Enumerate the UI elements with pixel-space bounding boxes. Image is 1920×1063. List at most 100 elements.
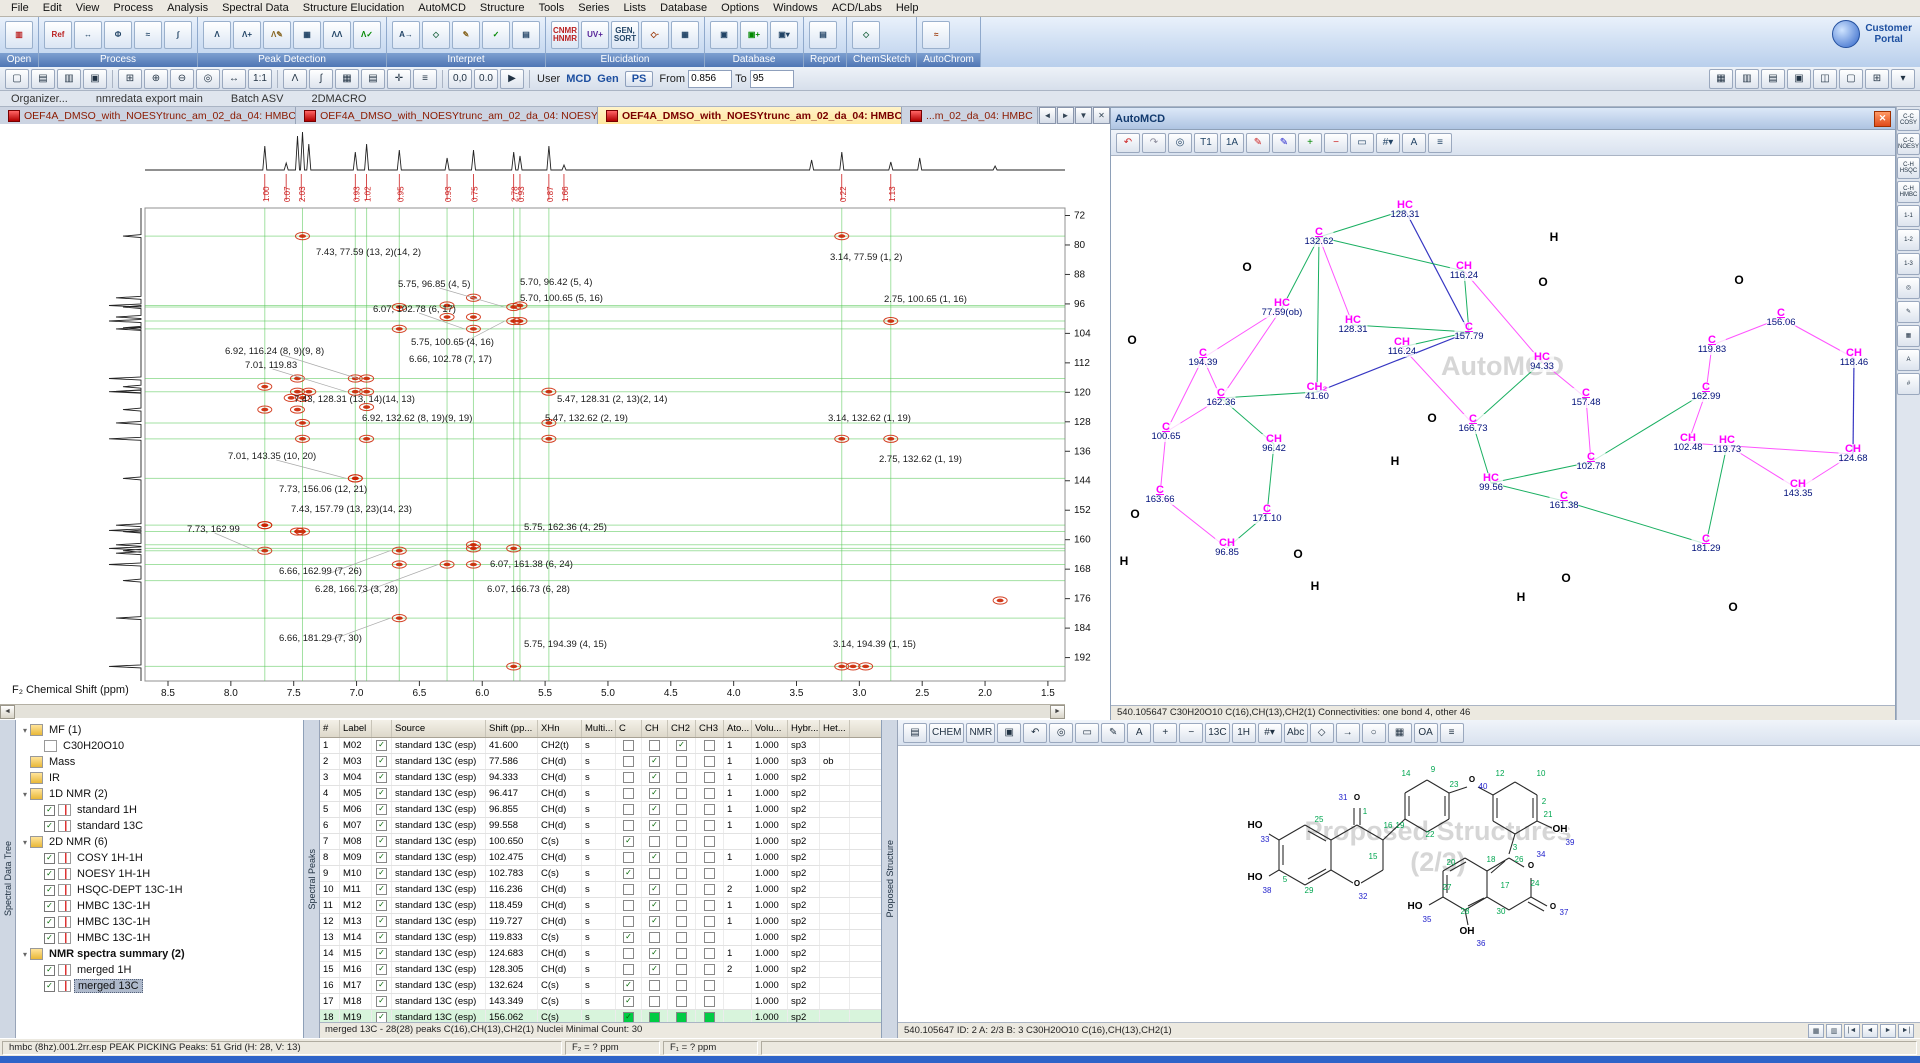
draw-red-icon[interactable]: ✎ [1246, 133, 1270, 153]
multiplicity-checkbox[interactable] [623, 884, 634, 895]
row-checkbox[interactable]: ✓ [376, 916, 387, 927]
db-view-icon[interactable]: ▣▾ [770, 21, 798, 49]
autochrom-icon[interactable]: ≈ [922, 21, 950, 49]
row-checkbox[interactable]: ✓ [376, 900, 387, 911]
multiplicity-checkbox[interactable]: ✓ [649, 804, 660, 815]
multiplicity-checkbox[interactable] [704, 980, 715, 991]
checkbox-icon[interactable]: ✓ [44, 901, 55, 912]
column-header-ch[interactable]: CH [642, 720, 668, 737]
mcd-atom-2[interactable]: CH116.24 [1450, 261, 1478, 281]
multiplicity-checkbox[interactable] [704, 996, 715, 1007]
nmr-button[interactable]: NMR [966, 723, 995, 743]
checkbox-icon[interactable]: ✓ [44, 853, 55, 864]
multiplicity-checkbox[interactable] [704, 852, 715, 863]
table-row-m04[interactable]: 3M04✓standard 13C (esp)94.333CH(d)s✓11.0… [320, 770, 881, 786]
mcd-atom-25[interactable]: C162.99 [1691, 382, 1720, 402]
template-icon[interactable]: ▤ [903, 723, 927, 743]
multiplicity-checkbox[interactable] [676, 756, 687, 767]
uv-icon[interactable]: UV+ [581, 21, 609, 49]
select-icon[interactable]: ▭ [1075, 723, 1099, 743]
peak-verify-icon[interactable]: Λ✓ [353, 21, 381, 49]
t1-button[interactable]: T1 [1194, 133, 1218, 153]
annotate-icon[interactable]: ✎ [452, 21, 480, 49]
zoom-tool-icon[interactable]: ◎ [196, 69, 220, 89]
checkbox-icon[interactable]: ✓ [44, 917, 55, 928]
menu-file[interactable]: File [4, 1, 36, 15]
document-tab-3[interactable]: OEF4A_DMSO_with_NOESYtrunc_am_02_da_04: … [598, 107, 902, 124]
value-box-2[interactable]: 0.0 [474, 69, 498, 89]
column-header-ch3[interactable]: CH3 [696, 720, 724, 737]
column-header-source[interactable]: Source [392, 720, 486, 737]
abc-button[interactable]: Abc [1284, 723, 1308, 743]
multiplicity-checkbox[interactable] [623, 900, 634, 911]
mcd-atom-7[interactable]: C194.39 [1188, 348, 1217, 368]
table-row-m11[interactable]: 10M11✓standard 13C (esp)116.236CH(d)s✓21… [320, 882, 881, 898]
multiplicity-checkbox[interactable]: ✓ [623, 932, 634, 943]
multiplicity-checkbox[interactable] [623, 804, 634, 815]
reference-icon[interactable]: Ref [44, 21, 72, 49]
row-checkbox[interactable]: ✓ [376, 820, 387, 831]
multiplicity-checkbox[interactable] [649, 836, 660, 847]
menu-edit[interactable]: Edit [36, 1, 69, 15]
multiplicity-checkbox[interactable] [704, 756, 715, 767]
zoom-in-icon[interactable]: ⊕ [144, 69, 168, 89]
plus-icon[interactable]: + [1153, 723, 1177, 743]
multiplicity-checkbox[interactable] [649, 740, 660, 751]
chemsketch-icon[interactable]: ◇ [852, 21, 880, 49]
cosy-toggle[interactable]: C-CCOSY [1897, 109, 1920, 131]
multiplicity-checkbox[interactable] [676, 836, 687, 847]
table-row-m13[interactable]: 12M13✓standard 13C (esp)119.727CH(d)s✓11… [320, 914, 881, 930]
gen-sort-icon[interactable]: GEN,SORT [611, 21, 639, 49]
checkbox-icon[interactable]: ✓ [44, 885, 55, 896]
multiplicity-checkbox[interactable] [704, 772, 715, 783]
multiplicity-checkbox[interactable] [623, 852, 634, 863]
tree-item-1d-nmr-2-4[interactable]: ▾1D NMR (2) [16, 786, 303, 802]
open-spectrum-icon[interactable]: ▥ [5, 21, 33, 49]
arrow-icon[interactable]: → [1336, 723, 1360, 743]
mcd-atom-8[interactable]: C162.36 [1206, 388, 1235, 408]
multiplicity-checkbox[interactable] [623, 964, 634, 975]
row-checkbox[interactable]: ✓ [376, 996, 387, 1007]
menu-help[interactable]: Help [889, 1, 926, 15]
table-row-m09[interactable]: 8M09✓standard 13C (esp)102.475CH(d)s✓11.… [320, 850, 881, 866]
mcd-atom-3[interactable]: HC77.59(ob) [1262, 298, 1303, 318]
document-tab-2[interactable]: OEF4A_DMSO_with_NOESYtrunc_am_02_da_04: … [296, 107, 598, 124]
noesy-toggle[interactable]: C-CNOESY [1897, 133, 1920, 155]
customer-portal[interactable]: CustomerPortal [1832, 20, 1912, 48]
hsqc-toggle[interactable]: C-HHSQC [1897, 157, 1920, 179]
ring-icon[interactable]: ◇ [1310, 723, 1334, 743]
peak-pick-icon[interactable]: Λ [203, 21, 231, 49]
multiplicity-checkbox[interactable] [676, 820, 687, 831]
pencil-tool[interactable]: ✎ [1897, 301, 1920, 323]
row-checkbox[interactable]: ✓ [376, 884, 387, 895]
mcd-atom-1[interactable]: C132.62 [1304, 227, 1333, 247]
integral-icon[interactable]: ∫ [309, 69, 333, 89]
document-tab-4[interactable]: ...m_02_da_04: HMBC [902, 107, 1038, 124]
column-header-hybr[interactable]: Hybr... [788, 720, 820, 737]
multiplicity-checkbox[interactable] [704, 868, 715, 879]
multiplicity-checkbox[interactable] [649, 932, 660, 943]
mcd-atom-17[interactable]: C157.48 [1571, 388, 1600, 408]
last-icon[interactable]: ►| [1898, 1024, 1914, 1038]
save-icon[interactable]: ▥ [57, 69, 81, 89]
row-checkbox[interactable]: ✓ [376, 1012, 387, 1022]
column-header-label[interactable]: Label [340, 720, 372, 737]
tree-item-hsqc-dept-13c-1h-10[interactable]: ✓HSQC-DEPT 13C-1H [16, 882, 303, 898]
multiplicity-checkbox[interactable]: ✓ [623, 980, 634, 991]
multiplicity-checkbox[interactable] [676, 996, 687, 1007]
zoom-icon[interactable]: ◎ [1049, 723, 1073, 743]
hash-menu-button[interactable]: #▾ [1376, 133, 1400, 153]
mcd-atom-22[interactable]: C156.06 [1766, 308, 1795, 328]
hash-button[interactable]: #▾ [1258, 723, 1282, 743]
stack-icon[interactable]: ≡ [413, 69, 437, 89]
multiplet-icon[interactable]: ΛΛ [323, 21, 351, 49]
more-button[interactable]: ≡ [1428, 133, 1452, 153]
multiplicity-checkbox[interactable]: ✓ [649, 772, 660, 783]
multiplicity-checkbox[interactable] [676, 980, 687, 991]
mcd-atom-0[interactable]: HC128.31 [1390, 200, 1419, 220]
checkbox-icon[interactable]: ✓ [44, 933, 55, 944]
lasso-icon[interactable]: ○ [1362, 723, 1386, 743]
zoom-out-icon[interactable]: ⊖ [170, 69, 194, 89]
multiplicity-checkbox[interactable] [676, 868, 687, 879]
multiplicity-checkbox[interactable] [704, 916, 715, 927]
